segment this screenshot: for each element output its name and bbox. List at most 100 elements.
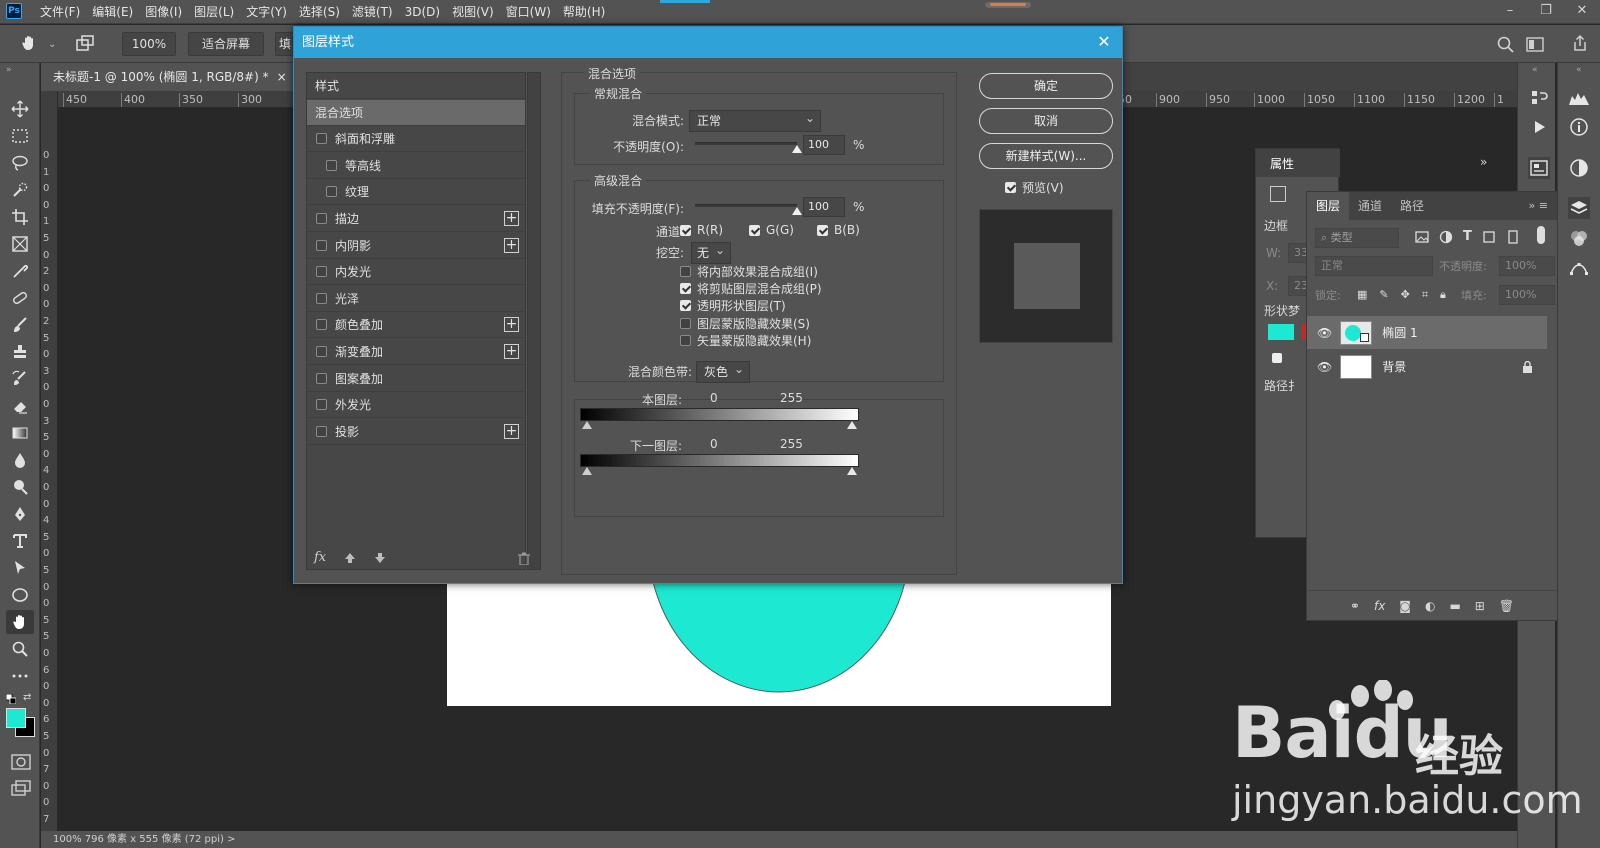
link-layers-icon[interactable]: ⚭: [1350, 599, 1360, 613]
ellipse-tool-icon[interactable]: [6, 583, 34, 607]
path-select-tool-icon[interactable]: [6, 556, 34, 580]
channel-checkbox[interactable]: B(B): [817, 223, 860, 237]
move-down-icon[interactable]: [374, 552, 386, 564]
fill-screen-button[interactable]: 填: [275, 32, 295, 56]
menu-item[interactable]: 图层(L): [188, 0, 240, 24]
close-window-button[interactable]: ✕: [1564, 0, 1600, 24]
style-checkbox[interactable]: [316, 133, 327, 145]
layer-row-ellipse[interactable]: 👁︎ 椭圆 1: [1307, 316, 1547, 349]
style-item[interactable]: 混合选项: [307, 99, 525, 126]
style-item[interactable]: 渐变叠加 +: [307, 339, 525, 365]
menu-item[interactable]: 选择(S): [293, 0, 346, 24]
foreground-color-swatch[interactable]: [6, 708, 26, 728]
menu-item[interactable]: 窗口(W): [500, 0, 557, 24]
eye-icon[interactable]: 👁︎: [1317, 360, 1332, 374]
workspace-icon[interactable]: [1526, 37, 1544, 52]
style-checkbox[interactable]: [316, 346, 327, 357]
lock-icon[interactable]: [1522, 360, 1533, 373]
healing-tool-icon[interactable]: [6, 286, 34, 310]
crop-tool-icon[interactable]: [6, 205, 34, 229]
marquee-tool-icon[interactable]: [6, 124, 34, 148]
menu-item[interactable]: 文件(F): [34, 0, 86, 24]
layer-row-background[interactable]: 👁︎ 背景: [1307, 350, 1547, 383]
zoom-tool-icon[interactable]: [6, 637, 34, 661]
collapse-icon[interactable]: «: [1576, 65, 1582, 75]
advanced-option-checkbox[interactable]: 将剪贴图层混合成组(P): [680, 280, 822, 297]
smart-object-filter-icon[interactable]: [1506, 230, 1520, 244]
filter-toggle[interactable]: [1537, 226, 1545, 244]
style-item[interactable]: 纹理: [307, 179, 525, 206]
layer-filter-kind[interactable]: ⌕ 类型: [1315, 228, 1399, 248]
style-list-scrollbar[interactable]: [527, 72, 541, 570]
stamp-tool-icon[interactable]: [6, 340, 34, 364]
add-effect-icon[interactable]: +: [504, 317, 519, 333]
style-checkbox[interactable]: [316, 239, 327, 251]
fill-opacity-slider-handle[interactable]: [792, 207, 802, 215]
opacity-input[interactable]: 100: [803, 135, 845, 155]
blend-if-dropdown[interactable]: 灰色: [696, 359, 750, 383]
hand-icon[interactable]: [20, 34, 38, 52]
menu-item[interactable]: 3D(D): [399, 0, 446, 24]
new-style-button[interactable]: 新建样式(W)...: [979, 143, 1113, 169]
style-item[interactable]: 外发光: [307, 392, 525, 419]
type-filter-icon[interactable]: T: [1463, 230, 1472, 244]
gradient-tool-icon[interactable]: [6, 421, 34, 445]
pen-tool-icon[interactable]: [6, 502, 34, 526]
channel-checkbox[interactable]: R(R): [680, 223, 723, 237]
cancel-button[interactable]: 取消: [979, 108, 1113, 134]
option-check[interactable]: [680, 317, 691, 329]
menu-item[interactable]: 图像(I): [139, 0, 188, 24]
document-canvas[interactable]: [447, 568, 1111, 706]
close-tab-icon[interactable]: ×: [277, 63, 287, 91]
underlying-layer-gradient[interactable]: [580, 454, 859, 467]
dodge-tool-icon[interactable]: [6, 475, 34, 499]
advanced-option-checkbox[interactable]: 矢量蒙版隐藏效果(H): [680, 332, 811, 349]
style-checkbox[interactable]: [316, 319, 327, 331]
layer-name[interactable]: 背景: [1382, 358, 1406, 375]
add-effect-icon[interactable]: +: [504, 211, 519, 226]
style-item[interactable]: 斜面和浮雕: [307, 126, 525, 153]
info-icon[interactable]: [1568, 116, 1590, 138]
fill-color-swatch[interactable]: [1268, 324, 1294, 340]
link-icon[interactable]: [1272, 353, 1282, 363]
opacity-slider[interactable]: [695, 142, 797, 145]
eraser-tool-icon[interactable]: [6, 394, 34, 418]
new-group-icon[interactable]: ▬: [1449, 599, 1460, 613]
menu-item[interactable]: 视图(V): [446, 0, 500, 24]
style-checkbox[interactable]: [326, 159, 337, 171]
channel-check[interactable]: [749, 224, 760, 236]
style-item[interactable]: 描边 +: [307, 206, 525, 232]
menu-item[interactable]: 文字(Y): [240, 0, 293, 24]
shape-section-label[interactable]: 形状梦: [1264, 302, 1300, 319]
tab-channels[interactable]: 通道: [1349, 192, 1391, 220]
restore-button[interactable]: ❐: [1528, 0, 1564, 24]
channels-icon[interactable]: [1568, 227, 1590, 249]
menu-item[interactable]: 滤镜(T): [346, 0, 399, 24]
expand-icon[interactable]: » ≡: [1520, 192, 1557, 220]
type-tool-icon[interactable]: [6, 529, 34, 553]
style-checkbox[interactable]: [316, 425, 327, 437]
lock-artboard-icon[interactable]: ⌗: [1422, 288, 1428, 302]
style-checkbox[interactable]: [316, 399, 327, 411]
style-item[interactable]: 图案叠加: [307, 366, 525, 392]
style-checkbox[interactable]: [316, 372, 327, 384]
option-check[interactable]: [680, 334, 691, 346]
fx-icon[interactable]: fx: [1374, 599, 1385, 613]
move-up-icon[interactable]: [344, 552, 356, 564]
document-tab[interactable]: 未标题-1 @ 100% (椭圆 1, RGB/8#) * ×: [41, 63, 299, 91]
channel-check[interactable]: [817, 224, 828, 236]
trash-icon[interactable]: [518, 552, 530, 565]
lock-pixels-icon[interactable]: ✎: [1379, 288, 1388, 302]
channel-check[interactable]: [680, 224, 691, 236]
brush-tool-icon[interactable]: [6, 313, 34, 337]
opacity-field[interactable]: 100%: [1499, 256, 1555, 276]
add-effect-icon[interactable]: +: [504, 344, 519, 359]
collapse-icon[interactable]: »: [6, 65, 12, 75]
option-check[interactable]: [680, 300, 691, 312]
quick-select-tool-icon[interactable]: [6, 178, 34, 202]
menu-item[interactable]: 帮助(H): [557, 0, 611, 24]
fit-screen-button[interactable]: 适合屏幕: [188, 32, 264, 56]
blur-tool-icon[interactable]: [6, 448, 34, 472]
quick-mask-icon[interactable]: [11, 754, 31, 770]
properties-icon[interactable]: [1528, 157, 1550, 179]
